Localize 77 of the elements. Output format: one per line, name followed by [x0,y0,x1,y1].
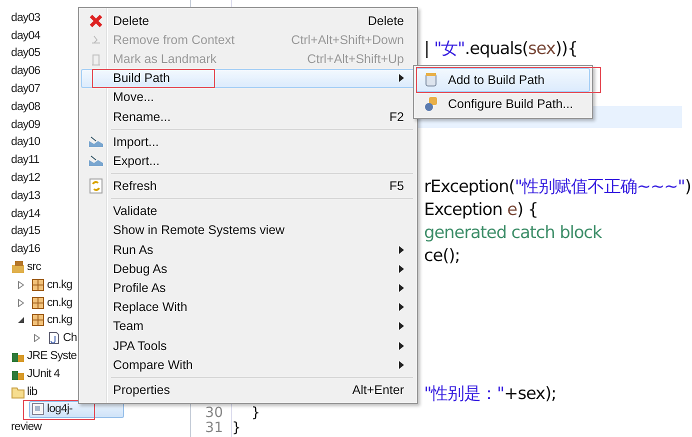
menu-item[interactable]: Add to Build Path [416,68,590,92]
code-line: "性别是："+sex); [424,383,556,405]
submenu-arrow-icon [399,303,404,312]
menu-item[interactable]: Profile As [81,278,415,298]
tree-item[interactable]: day07 [9,80,44,98]
submenu-arrow-icon [399,74,404,82]
tree-item[interactable]: src [9,258,44,276]
menu-item[interactable]: Debug As [81,259,415,278]
jar-icon [423,72,439,88]
folder-icon [11,384,25,399]
tree-item[interactable]: day12 [9,170,44,187]
tree-item[interactable]: day04 [9,27,44,44]
submenu-arrow-icon [399,284,404,292]
tree-item[interactable]: day10 [9,134,44,151]
tree-item[interactable]: review [9,418,45,436]
menu-item[interactable]: Build Path [81,68,415,88]
tree-item[interactable]: day06 [9,62,44,80]
tree-item[interactable]: day16 [9,240,44,258]
tree-item[interactable]: cn.kg [29,276,76,294]
tree-item[interactable]: cn.kg [29,312,76,329]
submenu-arrow-icon [399,322,404,330]
collapsed-arrow-icon[interactable] [18,298,24,307]
jar-file-icon [31,402,45,416]
configure-icon [423,96,439,112]
tree-item[interactable]: JUnit 4 [9,365,63,382]
menu-item[interactable]: Configure Build Path... [416,92,590,116]
tree-item[interactable]: day11 [9,152,42,169]
menu-item[interactable]: JPA Tools [81,336,415,356]
tree-item[interactable]: day05 [9,44,44,62]
menu-item[interactable]: Rename... F2 [81,106,415,126]
tree-item[interactable]: day03 [9,9,44,26]
code-line: | "女".equals(sex)){ [424,38,578,60]
code-line: generated catch block [424,222,602,242]
java-file-icon [47,331,61,346]
menu-item[interactable]: Import... [81,132,415,152]
code-line: Exception e) { [424,200,538,220]
tree-item[interactable]: day13 [9,187,44,204]
tree-item[interactable]: day14 [9,205,44,222]
submenu-arrow-icon [399,342,404,350]
menu-item[interactable]: Validate [81,202,415,221]
delete-icon [88,12,104,29]
menu-item[interactable]: Export... [81,151,415,170]
expanded-arrow-icon[interactable] [18,317,24,324]
tree-item[interactable]: Ch [45,330,80,347]
menu-item[interactable]: Compare With [81,355,415,374]
refresh-icon [88,178,104,194]
menu-item[interactable]: Refresh F5 [81,176,415,196]
package-icon [31,278,45,292]
import-icon [88,134,104,150]
tree-item[interactable]: JRE Syste [9,348,80,365]
menu-item[interactable]: Move... [81,88,415,107]
submenu-arrow-icon [399,360,404,369]
package-icon [31,313,45,328]
menu-item[interactable]: Properties Alt+Enter [81,380,415,400]
menu-item[interactable]: Team [81,316,415,336]
source-folder-icon [11,260,25,274]
code-line: rException("性别赋值不正确~~~") [424,176,691,198]
menu-item[interactable]: Run As [81,240,415,260]
line-number: 31 [205,420,223,436]
submenu-arrow-icon [399,246,404,254]
collapsed-arrow-icon[interactable] [34,334,40,342]
code-line: ce(); [424,246,460,266]
tree-item[interactable]: day09 [9,116,44,134]
code-line: } [232,420,240,436]
export-icon [88,152,104,169]
menu-item[interactable]: Show in Remote Systems view [81,220,415,240]
menu-item[interactable]: Replace With [81,298,415,317]
tree-item[interactable]: day08 [9,98,44,116]
tree-item[interactable]: cn.kg [29,294,76,312]
collapsed-arrow-icon[interactable] [18,280,24,289]
tree-item[interactable]: lib [9,383,40,400]
submenu-arrow-icon [399,264,404,273]
line-number: 30 [205,404,223,420]
package-icon [31,296,45,310]
code-line: } [250,404,260,420]
tree-item[interactable]: day15 [9,222,44,240]
menu-item[interactable]: Delete Delete [81,11,415,30]
